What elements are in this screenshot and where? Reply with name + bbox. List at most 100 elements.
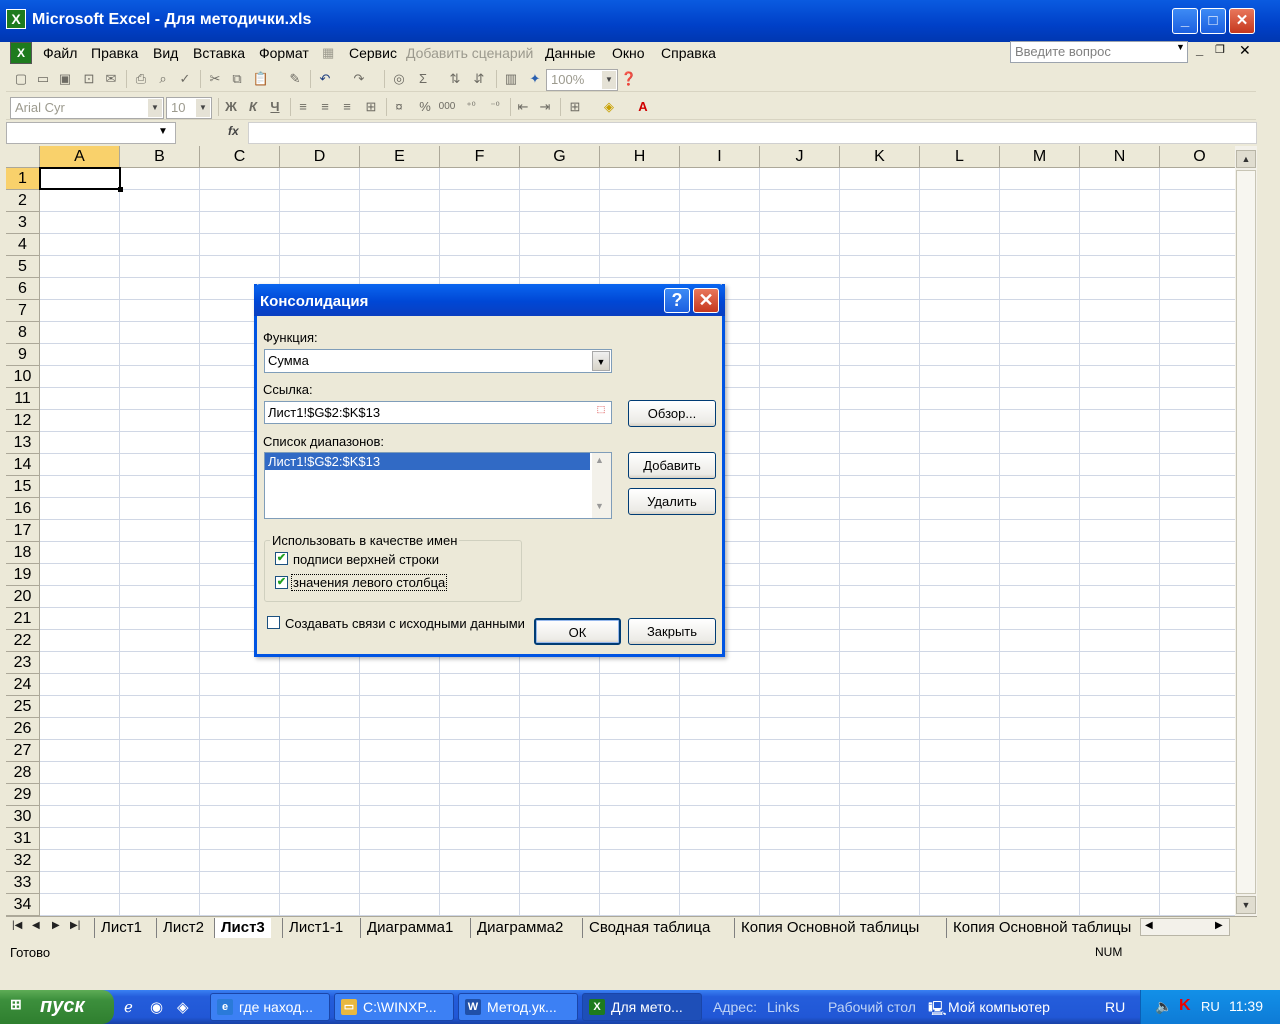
row-header-23[interactable]: 23 [6, 652, 40, 674]
list-item[interactable]: Лист1!$G$2:$K$13 [265, 453, 590, 470]
quicklaunch-ie-icon[interactable]: ℯ [124, 998, 133, 1016]
menu-edit[interactable]: Правка [91, 45, 138, 61]
row-header-10[interactable]: 10 [6, 366, 40, 388]
column-header-n[interactable]: N [1080, 146, 1160, 168]
sort-asc-icon[interactable]: ⇅ [446, 70, 464, 88]
sheet-tab[interactable]: Диаграмма2 [470, 918, 569, 938]
ranges-list[interactable]: Лист1!$G$2:$K$13 ▲ ▼ [264, 452, 612, 519]
minimize-button[interactable]: _ [1172, 8, 1198, 34]
close-button[interactable]: ✕ [1229, 8, 1255, 34]
sheet-tab[interactable]: Лист1-1 [282, 918, 349, 938]
font-size-combo[interactable]: 10 ▼ [166, 97, 212, 119]
row-header-12[interactable]: 12 [6, 410, 40, 432]
increase-decimal-icon[interactable]: ⁺⁰ [462, 98, 480, 116]
ask-question-input[interactable]: Введите вопрос [1010, 41, 1188, 63]
row-header-19[interactable]: 19 [6, 564, 40, 586]
permission-icon[interactable]: ⊡ [80, 70, 98, 88]
column-header-i[interactable]: I [680, 146, 760, 168]
name-box-dropdown-icon[interactable]: ▼ [158, 126, 168, 137]
row-header-31[interactable]: 31 [6, 828, 40, 850]
menu-file[interactable]: Файл [43, 45, 77, 61]
row-header-8[interactable]: 8 [6, 322, 40, 344]
menu-insert[interactable]: Вставка [193, 45, 245, 61]
last-sheet-icon[interactable]: ▶| [70, 920, 80, 931]
sheet-tab[interactable]: Лист3 [214, 918, 271, 938]
spelling-icon[interactable]: ✓ [176, 70, 194, 88]
column-header-e[interactable]: E [360, 146, 440, 168]
redo-icon[interactable]: ↷ [350, 70, 368, 88]
menu-format[interactable]: Формат [259, 45, 309, 61]
sheet-tab[interactable]: Диаграмма1 [360, 918, 459, 938]
paste-icon[interactable]: 📋 [252, 70, 270, 88]
row-header-6[interactable]: 6 [6, 278, 40, 300]
email-icon[interactable]: ✉ [102, 70, 120, 88]
antivirus-icon[interactable]: K [1179, 997, 1191, 1015]
dialog-help-button[interactable]: ? [664, 288, 690, 313]
sheet-tab[interactable]: Копия Основной таблицы [734, 918, 925, 938]
open-icon[interactable]: ▭ [34, 70, 52, 88]
excel-app-icon[interactable]: X [6, 9, 26, 29]
row-header-29[interactable]: 29 [6, 784, 40, 806]
cut-icon[interactable]: ✂ [206, 70, 224, 88]
row-header-1[interactable]: 1 [6, 168, 40, 190]
print-preview-icon[interactable]: ⌕ [154, 70, 172, 88]
scroll-thumb[interactable] [1236, 170, 1256, 894]
row-header-9[interactable]: 9 [6, 344, 40, 366]
underline-icon[interactable]: Ч [266, 98, 284, 116]
language-indicator[interactable]: RU [1105, 999, 1125, 1015]
row-header-27[interactable]: 27 [6, 740, 40, 762]
left-column-checkbox[interactable]: ✔ [275, 576, 288, 589]
function-dropdown-icon[interactable]: ▼ [592, 351, 610, 371]
row-header-21[interactable]: 21 [6, 608, 40, 630]
browse-button[interactable]: Обзор... [628, 400, 716, 427]
column-header-j[interactable]: J [760, 146, 840, 168]
insert-function-icon[interactable]: fx [228, 124, 239, 138]
row-header-14[interactable]: 14 [6, 454, 40, 476]
new-icon[interactable]: ▢ [12, 70, 30, 88]
task-ie[interactable]: e где наход... [210, 993, 330, 1021]
menu-window[interactable]: Окно [612, 45, 645, 61]
percent-icon[interactable]: % [416, 98, 434, 116]
decrease-decimal-icon[interactable]: ⁻⁰ [486, 98, 504, 116]
row-header-4[interactable]: 4 [6, 234, 40, 256]
ok-button[interactable]: ОК [534, 618, 621, 645]
sheet-tab[interactable]: Копия Основной таблицы [946, 918, 1137, 938]
column-header-l[interactable]: L [920, 146, 1000, 168]
font-color-icon[interactable]: A [634, 98, 652, 116]
row-header-3[interactable]: 3 [6, 212, 40, 234]
menu-help[interactable]: Справка [661, 45, 716, 61]
print-icon[interactable]: ⎙ [132, 70, 150, 88]
doc-close-icon[interactable]: ✕ [1239, 42, 1251, 59]
column-header-a[interactable]: A [40, 146, 120, 168]
task-word[interactable]: W Метод.ук... [458, 993, 578, 1021]
ranges-scroll-down-icon[interactable]: ▼ [595, 501, 604, 511]
column-header-o[interactable]: O [1160, 146, 1235, 168]
quicklaunch-app-icon[interactable]: ◈ [177, 998, 189, 1016]
maximize-button[interactable]: □ [1200, 8, 1226, 34]
format-painter-icon[interactable]: ✎ [286, 70, 304, 88]
column-header-m[interactable]: M [1000, 146, 1080, 168]
currency-icon[interactable]: ¤ [390, 98, 408, 116]
column-header-k[interactable]: K [840, 146, 920, 168]
bold-icon[interactable]: Ж [222, 98, 240, 116]
row-header-15[interactable]: 15 [6, 476, 40, 498]
row-header-34[interactable]: 34 [6, 894, 40, 916]
row-header-11[interactable]: 11 [6, 388, 40, 410]
scroll-down-icon[interactable]: ▼ [1236, 896, 1256, 914]
column-header-g[interactable]: G [520, 146, 600, 168]
row-header-24[interactable]: 24 [6, 674, 40, 696]
doc-restore-icon[interactable]: ❐ [1215, 43, 1225, 56]
task-excel[interactable]: X Для мето... [582, 993, 702, 1021]
tray-language[interactable]: RU [1201, 999, 1220, 1014]
horizontal-scrollbar[interactable]: ◀ ▶ [1140, 918, 1230, 936]
top-row-checkbox[interactable]: ✔ [275, 552, 288, 565]
quicklaunch-media-icon[interactable]: ◉ [150, 998, 163, 1016]
active-cell-a1[interactable] [39, 167, 123, 192]
sheet-tab[interactable]: Сводная таблица [582, 918, 716, 938]
column-header-b[interactable]: B [120, 146, 200, 168]
column-header-f[interactable]: F [440, 146, 520, 168]
dialog-close-button[interactable]: ✕ [693, 288, 719, 313]
collapse-dialog-icon[interactable]: ⬚ [593, 404, 609, 420]
row-header-7[interactable]: 7 [6, 300, 40, 322]
copy-icon[interactable]: ⧉ [228, 70, 246, 88]
